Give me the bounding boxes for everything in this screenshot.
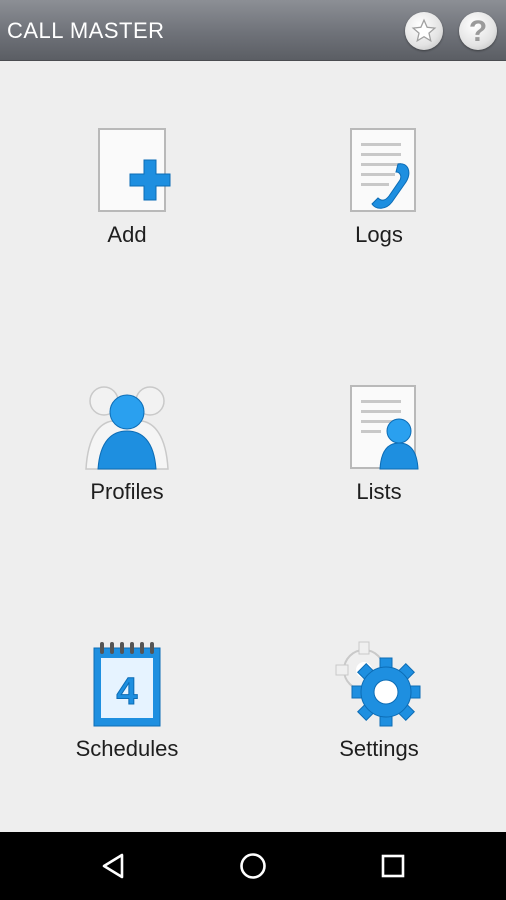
menu-label-profiles: Profiles <box>90 479 164 504</box>
menu-item-schedules[interactable]: 4 Schedules <box>27 640 227 780</box>
recents-icon <box>381 854 405 878</box>
back-button[interactable] <box>97 850 129 882</box>
help-icon: ? <box>468 14 488 48</box>
menu-label-add: Add <box>107 222 147 247</box>
menu-item-profiles[interactable]: Profiles <box>27 383 227 523</box>
call-log-icon <box>350 128 416 212</box>
app-bar: CALL MASTER ? <box>0 0 506 61</box>
profiles-icon <box>85 386 169 470</box>
menu-label-logs: Logs <box>355 222 403 247</box>
calendar-day-number: 4 <box>116 671 137 713</box>
menu-item-logs[interactable]: Logs <box>279 126 479 266</box>
gear-icon <box>335 641 421 727</box>
home-icon <box>240 853 266 879</box>
contact-list-icon <box>350 385 419 470</box>
system-nav-bar <box>0 832 506 900</box>
menu-label-schedules: Schedules <box>75 736 179 761</box>
menu-label-settings: Settings <box>339 736 419 761</box>
app-title: CALL MASTER <box>7 18 165 43</box>
help-button[interactable]: ? <box>459 12 497 50</box>
menu-item-settings[interactable]: Settings <box>279 640 479 780</box>
menu-label-lists: Lists <box>356 479 402 504</box>
star-icon <box>411 18 437 43</box>
back-icon <box>102 853 124 879</box>
home-button[interactable] <box>237 850 269 882</box>
main-menu-grid: Add Logs Profiles Lists 4 Schedules Sett… <box>0 62 506 832</box>
menu-item-lists[interactable]: Lists <box>279 383 479 523</box>
recents-button[interactable] <box>377 850 409 882</box>
add-document-icon <box>98 128 171 212</box>
menu-item-add[interactable]: Add <box>27 126 227 266</box>
favorite-button[interactable] <box>405 12 443 50</box>
calendar-icon: 4 <box>93 642 161 727</box>
